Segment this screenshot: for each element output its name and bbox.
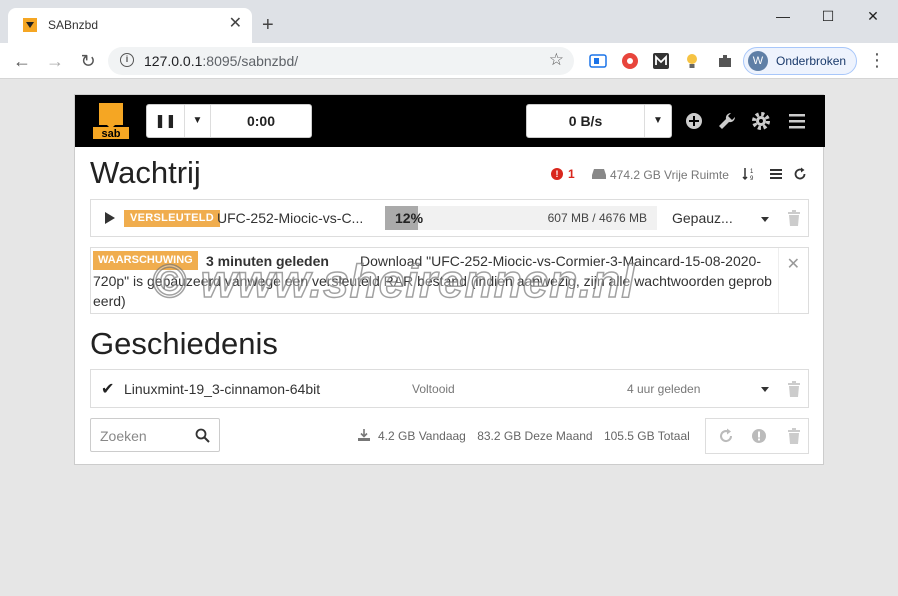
- warning-text-line2: 720p" is gepauzeerd vanwege een versleut…: [93, 273, 772, 289]
- browser-tabstrip: SABnzbd ✕ + — ☐ ✕: [0, 0, 898, 43]
- search-icon[interactable]: [195, 428, 210, 443]
- forward-button[interactable]: →: [43, 49, 67, 73]
- sabnzbd-favicon-icon: [23, 18, 37, 32]
- profile-avatar: W: [748, 51, 768, 71]
- sabnzbd-app: sab ❚❚ ▼ 0:00 0 B/s ▼ Wachtrij ! 1 474.2…: [74, 94, 825, 465]
- stats-today: 4.2 GB Vandaag: [378, 429, 466, 443]
- history-actions: [705, 418, 809, 454]
- search-placeholder: Zoeken: [100, 428, 147, 444]
- queue-item-name[interactable]: UFC-252-Miocic-vs-C...: [217, 210, 363, 226]
- queue-options-icon[interactable]: [769, 167, 783, 181]
- extension-2-icon[interactable]: [621, 52, 639, 70]
- queue-title: Wachtrij: [90, 155, 201, 190]
- progress-size: 607 MB / 4676 MB: [547, 211, 647, 225]
- search-field[interactable]: Zoeken: [90, 418, 220, 452]
- disk-icon: [592, 169, 606, 179]
- sabnzbd-logo-icon[interactable]: sab: [91, 101, 131, 141]
- failed-filter-icon[interactable]: [751, 428, 767, 444]
- sab-navbar: sab ❚❚ ▼ 0:00 0 B/s ▼: [75, 95, 825, 147]
- queue-item-dropdown-icon[interactable]: [761, 217, 769, 222]
- free-space: 474.2 GB Vrije Ruimte: [610, 168, 729, 182]
- svg-text:sab: sab: [102, 128, 121, 140]
- refresh-icon[interactable]: [793, 167, 807, 181]
- queue-item-status[interactable]: Gepauz...: [672, 210, 733, 226]
- warning-icon[interactable]: !: [551, 168, 563, 180]
- maximize-button[interactable]: ☐: [813, 6, 843, 26]
- completed-check-icon: ✔: [101, 381, 115, 398]
- tab-title: SABnzbd: [48, 18, 99, 32]
- svg-text:1: 1: [750, 169, 754, 175]
- history-delete-icon[interactable]: [787, 381, 801, 397]
- stats-total: 105.5 GB Totaal: [603, 429, 690, 443]
- gear-icon[interactable]: [750, 110, 772, 132]
- encrypted-badge: VERSLEUTELD: [124, 210, 220, 227]
- progress-percent: 12%: [395, 210, 424, 226]
- site-info-icon[interactable]: i: [120, 53, 134, 67]
- speed-control: 0 B/s ▼: [526, 104, 672, 138]
- delete-icon[interactable]: [787, 210, 801, 226]
- history-item-time: 4 uur geleden: [627, 382, 701, 396]
- warning-text-line3: eerd): [93, 293, 126, 309]
- lightbulb-extension-icon[interactable]: [683, 52, 701, 70]
- stats-month: 83.2 GB Deze Maand: [477, 429, 593, 443]
- add-icon[interactable]: [683, 110, 705, 132]
- window-close-button[interactable]: ✕: [858, 6, 888, 26]
- queue-item: VERSLEUTELD UFC-252-Miocic-vs-C... 12% 6…: [90, 199, 809, 237]
- reload-button[interactable]: ↻: [76, 49, 100, 73]
- pause-dropdown-button[interactable]: ▼: [185, 105, 211, 137]
- history-item-dropdown-icon[interactable]: [761, 387, 769, 392]
- url-text[interactable]: 127.0.0.1:8095/sabnzbd/: [144, 53, 298, 69]
- wrench-icon[interactable]: [716, 110, 738, 132]
- browser-toolbar: ← → ↻ i 127.0.0.1:8095/sabnzbd/ ☆ W Onde…: [0, 43, 898, 79]
- minimize-button[interactable]: —: [768, 6, 798, 26]
- pause-button[interactable]: ❚❚: [147, 105, 185, 137]
- speed-display[interactable]: 0 B/s: [527, 105, 645, 137]
- queue-progress-bar: 12% 607 MB / 4676 MB: [385, 206, 657, 230]
- warning-text-line1: Download "UFC-252-Miocic-vs-Cormier-3-Ma…: [360, 253, 761, 269]
- play-icon[interactable]: [105, 212, 115, 224]
- warning-time: 3 minuten geleden: [206, 253, 329, 269]
- sort-icon[interactable]: 1 9: [742, 167, 756, 181]
- download-stats: 4.2 GB Vandaag 83.2 GB Deze Maand 105.5 …: [378, 429, 698, 443]
- extensions-puzzle-icon[interactable]: [716, 52, 734, 70]
- menu-icon[interactable]: [786, 110, 808, 132]
- profile-button[interactable]: W Onderbroken: [743, 47, 857, 75]
- warning-badge: WAARSCHUWING: [93, 251, 198, 270]
- retry-icon[interactable]: [718, 428, 734, 444]
- tab-close-icon[interactable]: ✕: [229, 16, 242, 32]
- history-item: ✔ Linuxmint-19_3-cinnamon-64bit Voltooid…: [90, 369, 809, 408]
- pause-timer: 0:00: [246, 113, 276, 129]
- dismiss-warning-icon[interactable]: ✕: [787, 254, 800, 274]
- history-title: Geschiedenis: [90, 326, 278, 361]
- extension-3-icon[interactable]: [652, 52, 670, 70]
- purge-history-icon[interactable]: [786, 428, 802, 444]
- pause-control: ❚❚ ▼ 0:00: [146, 104, 312, 138]
- warning-count[interactable]: 1: [568, 167, 575, 181]
- browser-menu-icon[interactable]: ⋮: [868, 51, 886, 69]
- download-icon: [358, 429, 370, 441]
- address-bar[interactable]: i 127.0.0.1:8095/sabnzbd/ ☆: [108, 47, 574, 75]
- history-item-status: Voltooid: [412, 382, 455, 396]
- back-button[interactable]: ←: [10, 49, 34, 73]
- warning-message: WAARSCHUWING 3 minuten geleden Download …: [90, 247, 809, 314]
- history-item-name[interactable]: Linuxmint-19_3-cinnamon-64bit: [124, 381, 320, 397]
- speed-dropdown-button[interactable]: ▼: [645, 105, 671, 137]
- svg-text:9: 9: [750, 176, 754, 181]
- extension-1-icon[interactable]: [589, 52, 607, 70]
- browser-tab[interactable]: SABnzbd ✕: [8, 8, 252, 43]
- profile-label: Onderbroken: [776, 54, 847, 68]
- bookmark-star-icon[interactable]: ☆: [549, 50, 564, 70]
- new-tab-button[interactable]: +: [262, 15, 274, 35]
- warning-close-area: ✕: [778, 248, 808, 313]
